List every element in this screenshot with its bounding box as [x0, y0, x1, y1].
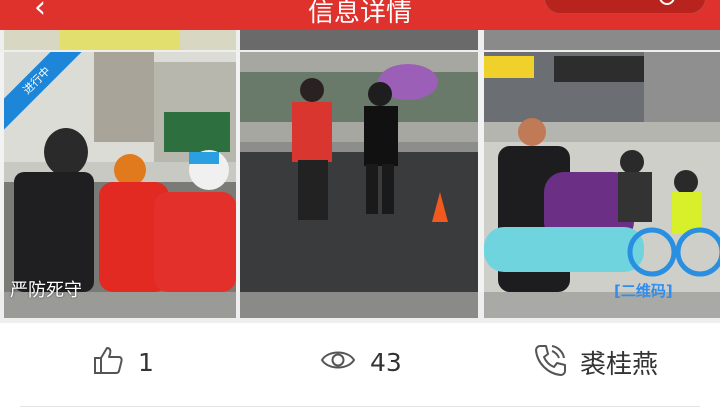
previous-photo-strip	[0, 30, 720, 52]
next-photo-strip	[0, 292, 720, 323]
close-icon[interactable]	[659, 0, 675, 5]
view-count-group: 43	[320, 342, 402, 382]
eye-icon	[320, 347, 356, 377]
view-count: 43	[370, 347, 402, 377]
photo-2-image	[240, 52, 478, 292]
photo-1[interactable]: 进行中	[4, 52, 236, 292]
thumbs-up-icon	[92, 345, 124, 379]
like-button[interactable]: 1	[92, 342, 154, 382]
photo-3[interactable]	[484, 52, 720, 292]
qr-code-link[interactable]: [二维码]	[614, 280, 673, 301]
header-capsule-menu[interactable]	[544, 0, 706, 14]
photo-gallery[interactable]: 进行中 严防死守 [二维码]	[0, 30, 720, 323]
app-header: ‹ 信息详情	[0, 0, 720, 30]
divider	[20, 406, 700, 407]
contact-name: 裘桂燕	[580, 349, 659, 380]
contact-button[interactable]: 裘桂燕	[532, 342, 658, 382]
photo-3-image	[484, 52, 720, 292]
like-count: 1	[138, 347, 154, 377]
photo-2[interactable]	[240, 52, 478, 292]
stats-bar: 1 43 裘桂燕	[0, 324, 720, 404]
photo-caption: 严防死守	[10, 280, 82, 301]
phone-icon	[532, 342, 568, 382]
